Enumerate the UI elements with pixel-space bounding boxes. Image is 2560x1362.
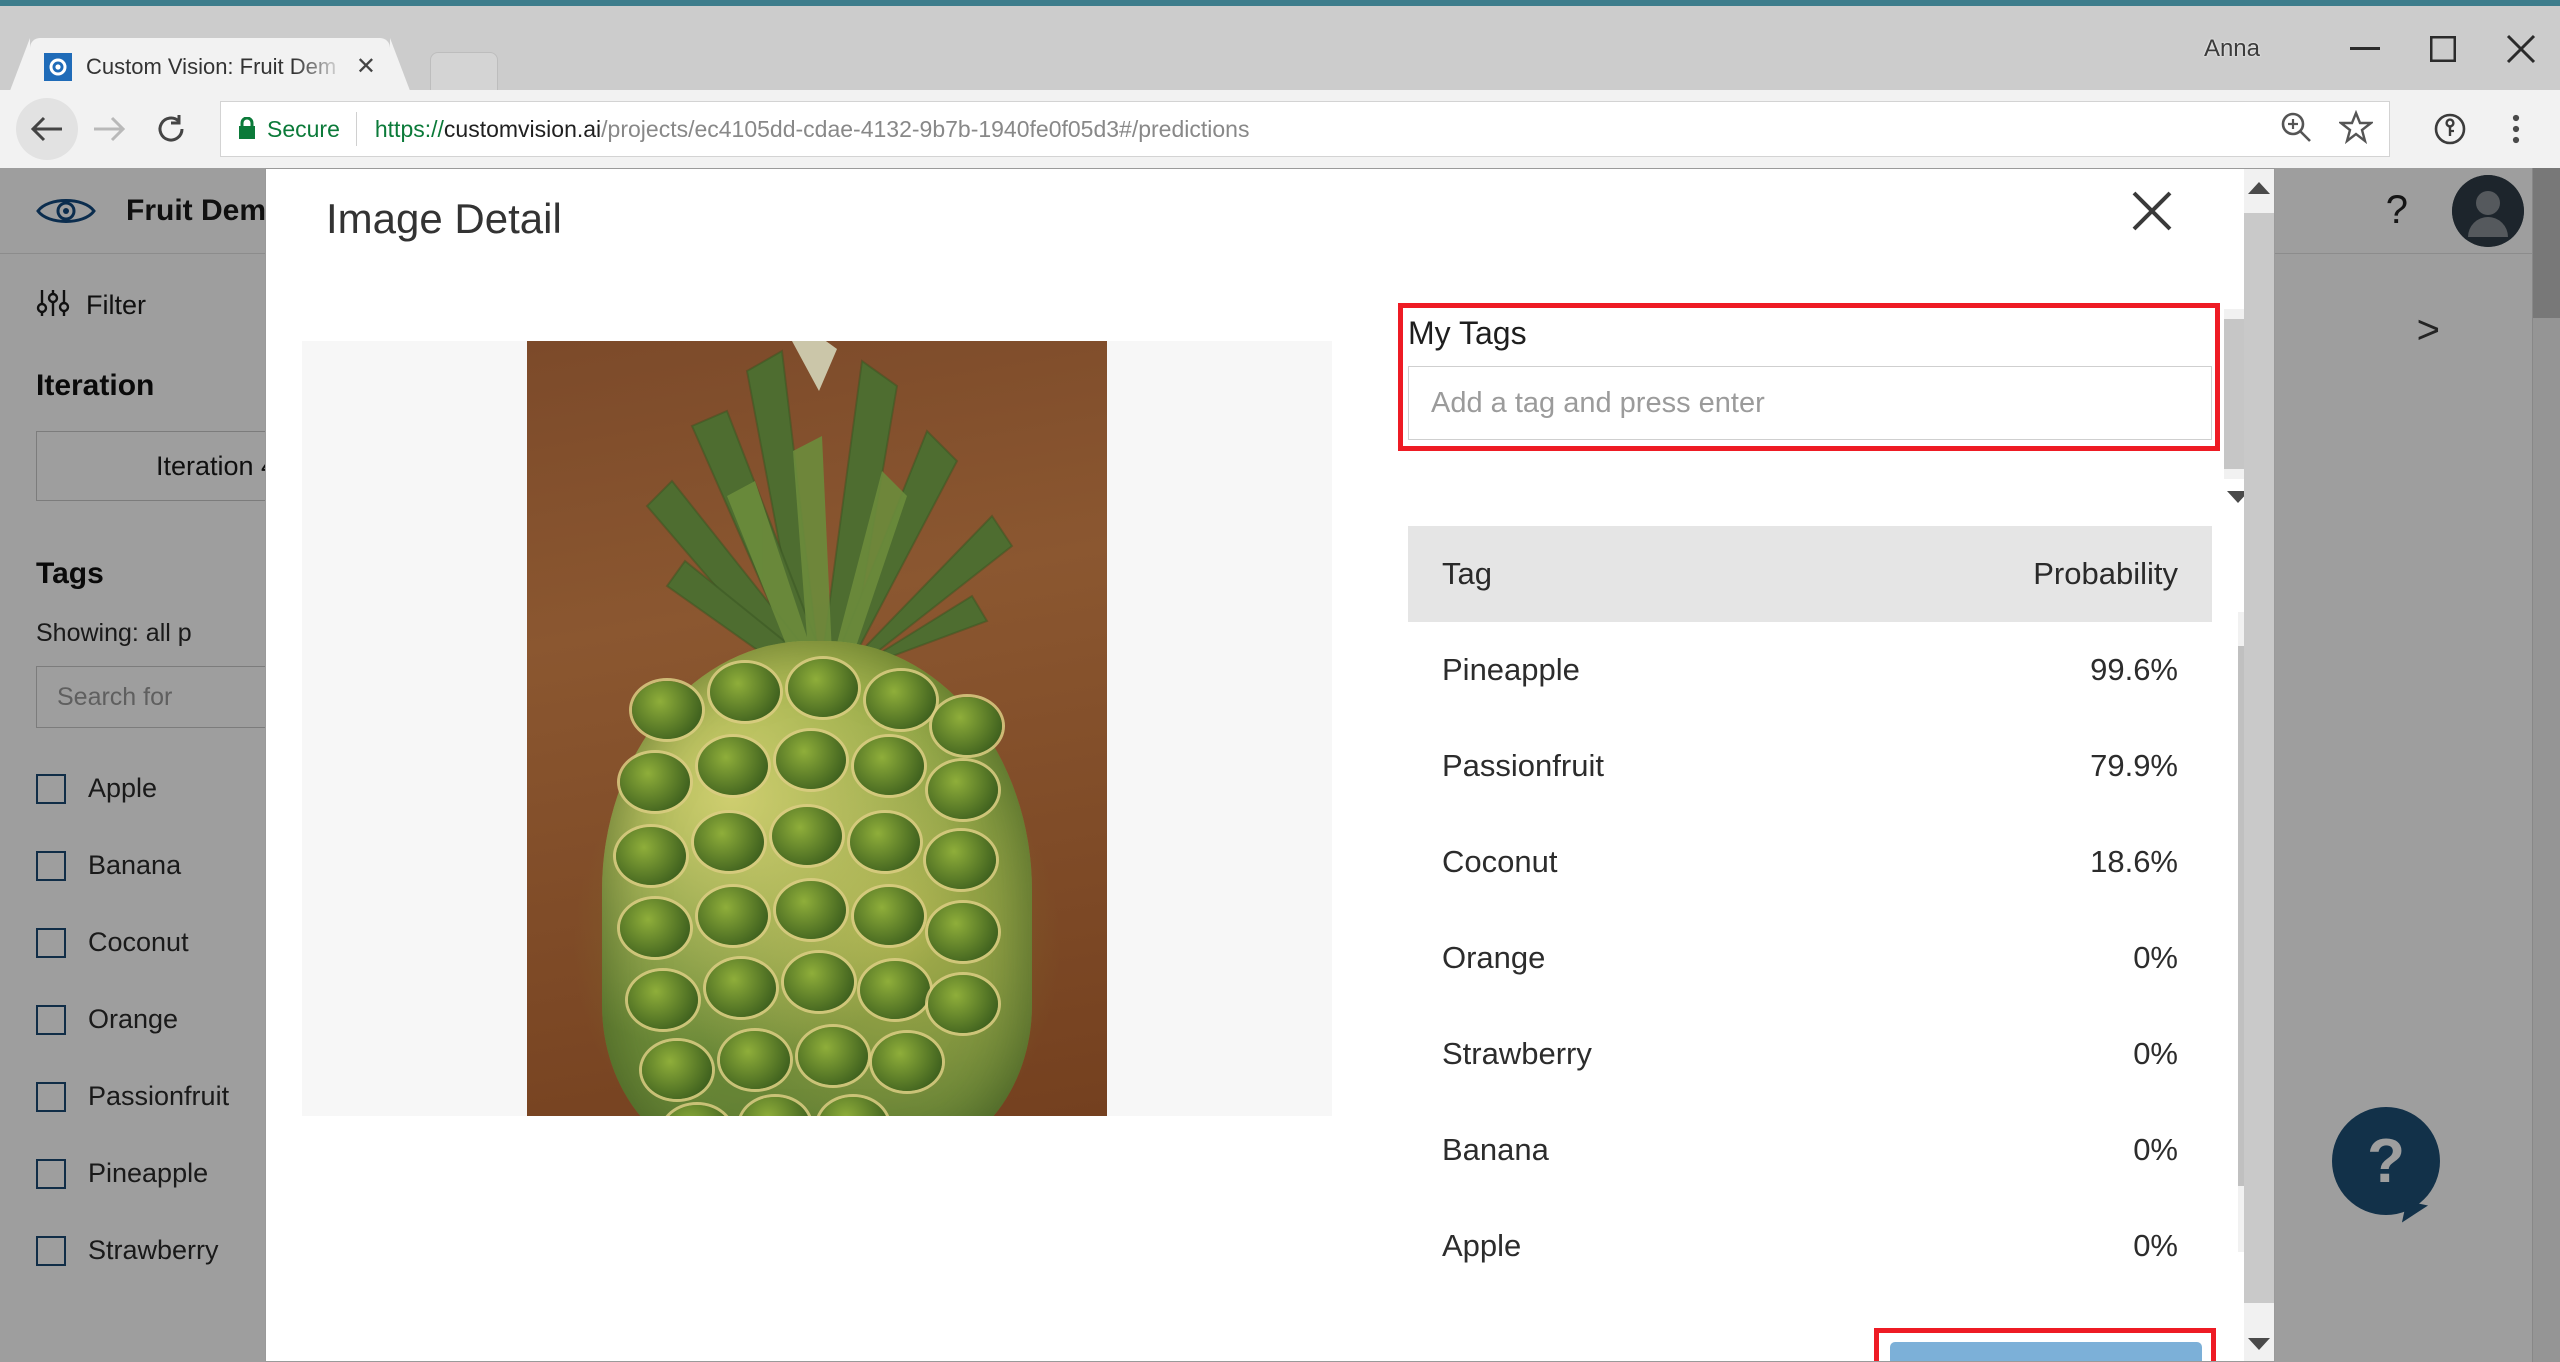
title-bar: Custom Vision: Fruit Dem ✕ Anna <box>0 0 2560 96</box>
prediction-probability: 18.6% <box>2090 844 2178 879</box>
minimize-icon[interactable] <box>2326 12 2404 86</box>
prediction-probability: 0% <box>2133 1228 2178 1263</box>
profile-key-icon[interactable] <box>2422 101 2478 157</box>
url-path: /projects/ec4105dd-cdae-4132-9b7b-1940fe… <box>601 115 1250 142</box>
scroll-down-icon[interactable] <box>2244 1327 2274 1361</box>
table-row[interactable]: Coconut 18.6% <box>1408 814 2212 910</box>
add-tag-input[interactable]: Add a tag and press enter <box>1408 366 2212 440</box>
table-row[interactable]: Strawberry 0% <box>1408 1006 2212 1102</box>
modal-title: Image Detail <box>326 195 562 242</box>
predictions-table-wrap: Tag Probability Pineapple 99.6% Passionf… <box>1408 526 2264 1294</box>
url-scheme: https:// <box>374 115 444 142</box>
browser-window: Custom Vision: Fruit Dem ✕ Anna Secure h… <box>0 0 2560 1362</box>
table-header-row: Tag Probability <box>1408 526 2212 622</box>
table-row[interactable]: Passionfruit 79.9% <box>1408 718 2212 814</box>
three-dot-menu-icon[interactable] <box>2488 101 2544 157</box>
my-tags-section: My Tags Add a tag and press enter <box>1398 303 2220 451</box>
tab-title: Custom Vision: Fruit Dem <box>86 54 337 79</box>
zoom-in-icon[interactable] <box>2279 110 2313 149</box>
save-and-close-button[interactable]: Save and close <box>1890 1342 2202 1361</box>
omnibox-icons <box>2261 109 2375 149</box>
column-header-probability[interactable]: Probability <box>1828 526 2212 622</box>
image-pane <box>266 281 1366 1294</box>
prediction-probability: 79.9% <box>2090 748 2178 783</box>
modal-footer: Save and close <box>266 1294 2274 1361</box>
prediction-tag: Passionfruit <box>1442 748 1604 783</box>
url-text: https://customvision.ai/projects/ec4105d… <box>375 116 1250 143</box>
back-arrow-icon[interactable] <box>16 98 78 160</box>
modal-scrollbar-thumb[interactable] <box>2244 213 2274 1303</box>
user-name-label[interactable]: Anna <box>2204 35 2260 63</box>
prediction-tag: Orange <box>1442 940 1546 975</box>
security-label: Secure <box>267 115 340 142</box>
prediction-tag: Pineapple <box>1442 652 1580 687</box>
close-icon[interactable] <box>2482 12 2560 86</box>
prediction-tag: Strawberry <box>1442 1036 1592 1071</box>
table-row[interactable]: Orange 0% <box>1408 910 2212 1006</box>
scroll-up-icon[interactable] <box>2244 171 2274 205</box>
prediction-tag: Coconut <box>1442 844 1558 879</box>
image-frame <box>302 341 1332 1116</box>
my-tags-heading: My Tags <box>1408 315 1527 351</box>
address-bar[interactable]: Secure https://customvision.ai/projects/… <box>220 101 2390 157</box>
table-row[interactable]: Pineapple 99.6% <box>1408 622 2212 718</box>
prediction-tag: Banana <box>1442 1132 1549 1167</box>
modal-header: Image Detail <box>266 169 2274 281</box>
prediction-tag: Apple <box>1442 1228 1522 1263</box>
reload-icon[interactable] <box>140 98 202 160</box>
star-icon[interactable] <box>2337 109 2375 149</box>
prediction-probability: 0% <box>2133 1036 2178 1071</box>
prediction-probability: 0% <box>2133 940 2178 975</box>
table-row[interactable]: Banana 0% <box>1408 1102 2212 1198</box>
modal-scrollbar[interactable] <box>2244 169 2274 1361</box>
table-row[interactable]: Apple 0% <box>1408 1198 2212 1294</box>
browser-tab[interactable]: Custom Vision: Fruit Dem ✕ <box>30 38 390 96</box>
predictions-table: Tag Probability Pineapple 99.6% Passionf… <box>1408 526 2212 1294</box>
close-icon[interactable] <box>2130 189 2174 238</box>
tab-strip: Custom Vision: Fruit Dem ✕ <box>30 38 498 96</box>
tab-close-icon[interactable]: ✕ <box>356 53 376 80</box>
lock-icon <box>237 117 257 141</box>
window-controls: Anna <box>2204 12 2560 86</box>
url-host: customvision.ai <box>443 115 602 142</box>
pineapple-body <box>602 641 1032 1116</box>
forward-arrow-icon <box>78 98 140 160</box>
image-detail-modal: Image Detail My Tags Add a tag and press… <box>265 168 2275 1362</box>
column-header-tag[interactable]: Tag <box>1408 526 1829 622</box>
maximize-icon[interactable] <box>2404 12 2482 86</box>
omnibox-divider <box>355 112 357 146</box>
custom-vision-icon <box>44 53 72 81</box>
modal-body: My Tags Add a tag and press enter Tag Pr… <box>266 281 2274 1294</box>
detail-pane: My Tags Add a tag and press enter Tag Pr… <box>1366 281 2274 1294</box>
pineapple-photo <box>527 341 1107 1116</box>
prediction-probability: 99.6% <box>2090 652 2178 687</box>
toolbar-icons <box>2422 101 2544 157</box>
browser-toolbar: Secure https://customvision.ai/projects/… <box>0 90 2560 168</box>
prediction-probability: 0% <box>2133 1132 2178 1167</box>
